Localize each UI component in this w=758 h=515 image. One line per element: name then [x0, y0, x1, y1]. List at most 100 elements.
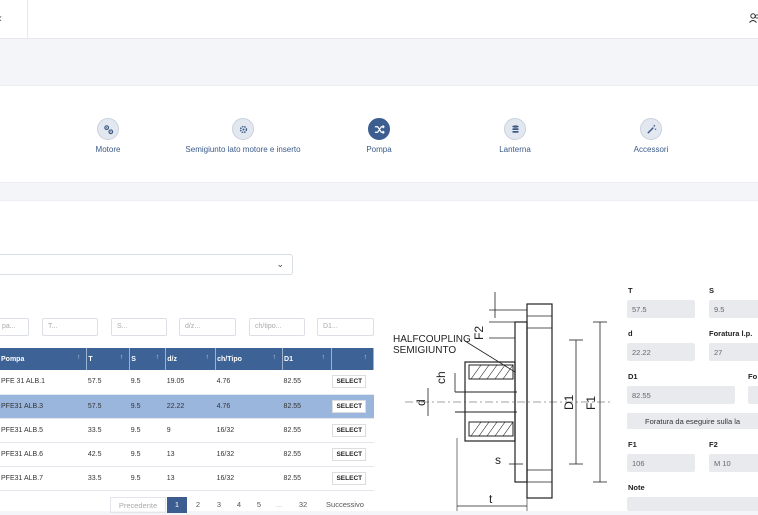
label-d: d [628, 329, 633, 338]
col-header-action[interactable]: ↑ [331, 348, 375, 370]
table-row[interactable]: PFE31 ALB.5 33.5 9.5 9 16/32 82.55 SELEC… [0, 418, 374, 443]
step-lanterna[interactable]: Lanterna [440, 118, 590, 154]
cell-pompa: PFE31 ALB.5 [0, 418, 87, 443]
label-s: S [709, 286, 715, 295]
cell-pompa: PFE31 ALB.3 [0, 394, 87, 419]
pump-series-select[interactable]: ⌄ [0, 254, 293, 275]
cell-t: 57.5 [86, 394, 130, 419]
label-f1: F1 [628, 440, 637, 449]
step-label: Motore [95, 145, 121, 154]
cell-dz: 13 [165, 466, 216, 491]
field-f2[interactable]: M 10 [709, 454, 758, 472]
filter-dz[interactable]: d/z... [179, 318, 236, 336]
cell-s: 9.5 [129, 466, 166, 491]
table-row[interactable]: PFE 31 ALB.1 57.5 9.5 19.05 4.76 82.55 S… [0, 370, 374, 395]
cell-t: 33.5 [86, 466, 130, 491]
cell-dz: 9 [165, 418, 216, 443]
cog-network-icon [97, 118, 119, 140]
cell-dz: 19.05 [165, 370, 216, 395]
select-button[interactable]: SELECT [332, 399, 367, 413]
cell-s: 9.5 [129, 394, 166, 419]
label-note: Note [628, 483, 645, 492]
field-t[interactable]: 57.5 [627, 300, 695, 318]
database-icon [504, 118, 526, 140]
cell-d1: 82.55 [282, 370, 332, 395]
diagram-hub [464, 361, 516, 442]
cell-dz: 13 [165, 442, 216, 467]
step-accessori[interactable]: Accessori [576, 118, 726, 154]
filter-s[interactable]: S... [111, 318, 167, 336]
filter-ch-tipo[interactable]: ch/tipo... [249, 318, 305, 336]
table-row-selected[interactable]: PFE31 ALB.3 57.5 9.5 22.22 4.76 82.55 SE… [0, 394, 374, 419]
field-note[interactable] [627, 497, 758, 511]
top-bar: ‹ [0, 0, 758, 39]
cell-ch-tipo: 16/32 [215, 418, 283, 443]
cell-t: 33.5 [86, 418, 130, 443]
step-pompa[interactable]: Pompa [304, 118, 454, 154]
select-button[interactable]: SELECT [332, 471, 367, 485]
table-header-row: Pompa ↑ T ↑ S ↑ d/z ↑ ch/Tipo ↑ D1 ↑ ↑ [0, 348, 375, 370]
col-header-d1[interactable]: D1 ↑ [282, 348, 332, 370]
col-header-t[interactable]: T ↑ [86, 348, 131, 370]
field-d1[interactable]: 82.55 [627, 386, 735, 404]
cell-d1: 82.55 [282, 442, 332, 467]
top-bar-divider [27, 0, 28, 39]
field-fo[interactable] [748, 386, 758, 404]
step-label: Lanterna [499, 145, 531, 154]
step-semigiunto[interactable]: Semigiunto lato motore e inserto [168, 118, 318, 154]
select-button[interactable]: SELECT [332, 447, 367, 461]
cell-ch-tipo: 16/32 [215, 466, 283, 491]
magic-wand-icon [640, 118, 662, 140]
sort-icon: ↑ [321, 354, 325, 361]
col-header-dz[interactable]: d/z ↑ [165, 348, 217, 370]
step-motore[interactable]: Motore [33, 118, 183, 154]
label-d1: D1 [628, 372, 638, 381]
cell-d1: 82.55 [282, 466, 332, 491]
filter-t[interactable]: T... [42, 318, 98, 336]
shuffle-icon [368, 118, 390, 140]
cell-d1: 82.55 [282, 394, 332, 419]
table-row[interactable]: PFE31 ALB.6 42.5 9.5 13 16/32 82.55 SELE… [0, 442, 374, 467]
user-group-icon[interactable] [748, 12, 758, 24]
cell-d1: 82.55 [282, 418, 332, 443]
select-button[interactable]: SELECT [332, 423, 367, 437]
field-foratura[interactable]: 27 [709, 343, 758, 361]
chevron-down-icon: ⌄ [276, 259, 284, 269]
cell-action: SELECT [331, 418, 374, 443]
cell-dz: 22.22 [165, 394, 216, 419]
diagram-label-f1: F1 [584, 396, 598, 410]
field-s[interactable]: 9.5 [709, 300, 758, 318]
step-label: Pompa [366, 145, 392, 154]
col-header-s[interactable]: S ↑ [129, 348, 167, 370]
diagram-outer-flange [526, 303, 553, 499]
cell-pompa: PFE31 ALB.6 [0, 442, 87, 467]
cell-ch-tipo: 16/32 [215, 442, 283, 467]
cell-t: 57.5 [86, 370, 130, 395]
sort-icon: ↑ [155, 354, 160, 361]
cell-pompa: PFE 31 ALB.1 [0, 370, 87, 395]
diagram-title-line1: HALFCOUPLING [393, 334, 471, 345]
field-d[interactable]: 22.22 [627, 343, 695, 361]
diagram-label-t: t [489, 492, 493, 506]
select-button[interactable]: SELECT [332, 375, 367, 389]
diagram-hatch-bottom [468, 421, 514, 437]
diagram-title-line2: SEMIGIUNTO [393, 345, 456, 356]
halfcoupling-diagram: HALFCOUPLING SEMIGIUNTO F2 ch d D1 F1 s … [393, 292, 610, 511]
col-header-ch-tipo[interactable]: ch/Tipo ↑ [215, 348, 284, 370]
filter-pompa[interactable]: pa... [0, 318, 29, 336]
col-header-pompa[interactable]: Pompa ↑ [0, 348, 88, 370]
sort-icon: ↑ [272, 354, 277, 361]
diagram-label-d: d [414, 399, 428, 406]
label-fo: Fo [748, 372, 758, 381]
pump-table: Pompa ↑ T ↑ S ↑ d/z ↑ ch/Tipo ↑ D1 ↑ ↑ PFE 31 … [0, 348, 375, 491]
filter-d1[interactable]: D1... [317, 318, 374, 336]
label-t: T [628, 286, 633, 295]
chevron-left-icon[interactable]: ‹ [0, 11, 2, 25]
step-label: Accessori [633, 145, 669, 154]
step-label: Semigiunto lato motore e inserto [185, 145, 301, 154]
field-f1[interactable]: 106 [627, 454, 695, 472]
diagram-label-ch: ch [434, 371, 448, 384]
table-row[interactable]: PFE31 ALB.7 33.5 9.5 13 16/32 82.55 SELE… [0, 466, 374, 491]
cell-s: 9.5 [129, 370, 166, 395]
label-f2: F2 [709, 440, 718, 449]
